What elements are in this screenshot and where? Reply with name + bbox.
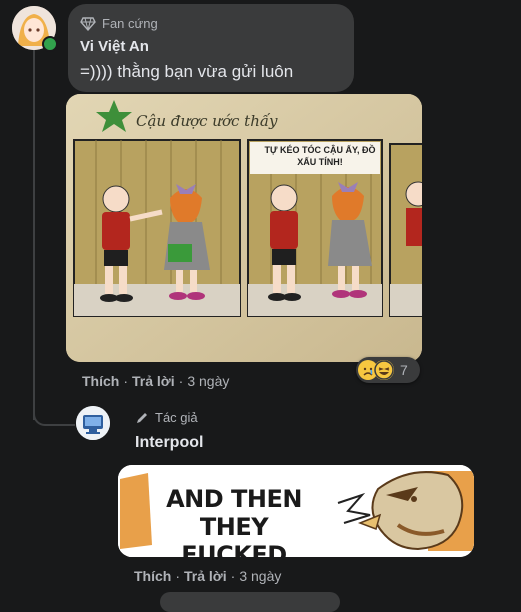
interpool-logo-icon: [76, 406, 110, 440]
comment-bubble: Fan cứng Vi Việt An =)))) thằng bạn vừa …: [68, 4, 354, 92]
like-button[interactable]: Thích: [134, 568, 171, 584]
comic-strip-image: [66, 94, 422, 362]
like-button[interactable]: Thích: [82, 373, 119, 389]
reply-button[interactable]: Trả lời: [184, 568, 227, 584]
comment-author[interactable]: Vi Việt An: [80, 38, 149, 55]
diamond-icon: [80, 16, 96, 31]
reply-image[interactable]: AND THEN THEY FUCKED: [118, 465, 474, 557]
reaction-count: 7: [400, 362, 408, 378]
comic-speech-text: TỰ KÉO TÓC CẬU ẤY, ĐỒ XẤU TÍNH!: [264, 145, 376, 167]
comment-text: =)))) thằng bạn vừa gửi luôn: [80, 62, 294, 81]
haha-react-icon: [374, 360, 394, 380]
avatar[interactable]: [76, 406, 110, 440]
reply-actions: Thích · Trả lời · 3 ngày: [134, 568, 281, 584]
dot-separator: ·: [230, 568, 236, 584]
reactions-pill[interactable]: 7: [356, 357, 420, 383]
author-badge-label: Tác giả: [155, 410, 198, 425]
online-status-dot: [42, 36, 58, 52]
comic-caption: Cậu được ước thấy: [136, 112, 278, 130]
timestamp[interactable]: 3 ngày: [187, 373, 229, 389]
comment-actions: Thích · Trả lời · 3 ngày: [82, 373, 229, 389]
pencil-icon: [137, 412, 147, 423]
reply-connector: [33, 402, 75, 426]
reply-button[interactable]: Trả lời: [132, 373, 175, 389]
reply-author[interactable]: Interpool: [135, 434, 203, 452]
dot-separator: ·: [175, 568, 181, 584]
dot-separator: ·: [123, 373, 129, 389]
thread-line: [33, 50, 35, 420]
author-badge: Tác giả: [135, 410, 198, 425]
meme-text: AND THEN THEY FUCKED: [166, 485, 302, 557]
next-comment-bubble: [160, 592, 340, 612]
timestamp[interactable]: 3 ngày: [239, 568, 281, 584]
comment-image[interactable]: Cậu được ước thấy TỰ KÉO TÓC CẬU ẤY, ĐỒ …: [66, 94, 422, 362]
dot-separator: ·: [178, 373, 184, 389]
fan-badge-label: Fan cứng: [102, 16, 158, 31]
